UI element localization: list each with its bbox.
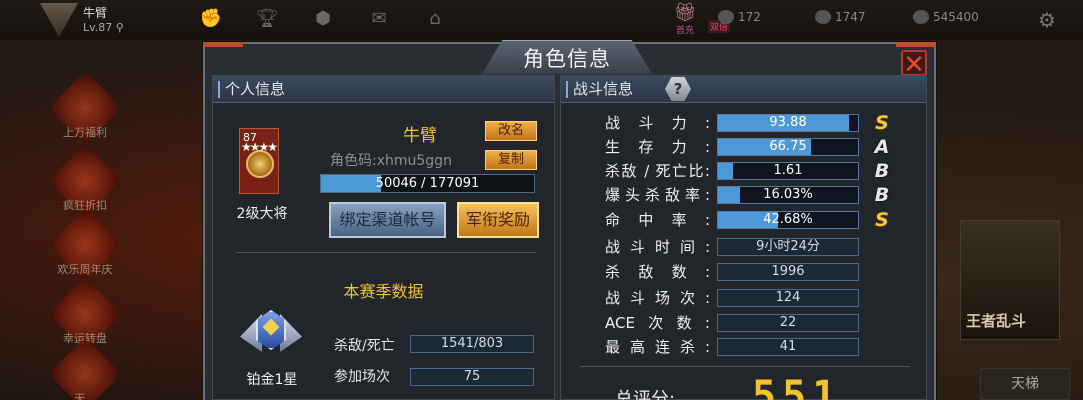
matches-label: 战斗场次:	[605, 289, 710, 307]
total-score-value: 551	[752, 373, 843, 400]
divider	[236, 252, 536, 253]
personal-info-header: 个人信息	[213, 76, 554, 103]
player-level: Lv.87 ⚲	[83, 21, 124, 34]
season-kd-label: 杀敌/死亡	[334, 338, 395, 354]
stat-bar: 16.03%	[717, 186, 859, 204]
tier-label: 铂金1星	[246, 372, 298, 388]
side-item-welfare[interactable]: 上万福利	[48, 71, 122, 145]
mail-icon[interactable]: ✉	[366, 8, 392, 30]
first-recharge-label: 首充	[675, 26, 694, 36]
side-item-anniversary[interactable]: 欢乐周年庆	[48, 208, 122, 282]
max-streak-label: 最高连杀:	[605, 338, 710, 356]
currency-coin[interactable]: 545400	[913, 10, 979, 24]
copy-button[interactable]: 复制	[485, 150, 537, 170]
grade-badge: A	[874, 136, 890, 158]
ace-value: 22	[717, 314, 859, 332]
top-bar: 牛臂 Lv.87 ⚲ ✊ 🏆︎ ⬢ ✉ ⌂ 🎁︎ 首充 双倍 172 1747 …	[0, 0, 1083, 40]
stat-label: 战斗力:	[605, 114, 710, 132]
side-item-label: 上万福利	[63, 126, 107, 139]
experience-text: 50046 / 177091	[375, 176, 480, 191]
search-icon[interactable]: ⚲	[116, 21, 124, 34]
kills-value: 1996	[717, 263, 859, 281]
ace-label: ACE次数:	[605, 314, 710, 332]
grade-badge: S	[875, 209, 889, 231]
grade-badge: B	[874, 184, 890, 206]
role-code: 角色码:xhmu5ggn	[330, 153, 452, 169]
team-icon[interactable]: ✊	[198, 8, 224, 30]
stat-label: 命中率:	[605, 211, 710, 229]
stat-bar: 42.68%	[717, 211, 859, 229]
tier-emblem-icon	[240, 306, 302, 364]
season-matches-label: 参加场次	[334, 369, 390, 385]
stat-value: 93.88	[769, 115, 807, 130]
side-item-label: 天...	[74, 392, 96, 400]
dialog-title: 角色信息	[523, 47, 611, 71]
rename-button[interactable]: 改名	[485, 121, 537, 141]
diamond-icon	[718, 10, 734, 24]
gem-icon	[815, 10, 831, 24]
ladder-button[interactable]: 天梯	[980, 368, 1070, 400]
rank-badge-icon	[246, 150, 274, 178]
avatar-level: 87	[243, 131, 257, 144]
close-button[interactable]: ✕	[901, 50, 927, 78]
stat-value: 42.68%	[763, 212, 813, 227]
right-tiles: 王者乱斗	[935, 100, 1083, 400]
first-recharge-button[interactable]: 🎁︎ 首充	[672, 2, 698, 36]
currency-gem[interactable]: 1747	[815, 10, 866, 24]
max-streak-value: 41	[717, 338, 859, 356]
rank-reward-button[interactable]: 军衔奖励	[457, 202, 539, 238]
stat-value: 66.75	[769, 139, 807, 154]
rank-label: 2级大将	[236, 206, 288, 222]
currency-diamond[interactable]: 172	[718, 10, 761, 24]
side-item-more[interactable]: 天...	[48, 337, 122, 400]
side-item-label: 欢乐周年庆	[57, 263, 113, 276]
corner-decoration	[203, 42, 243, 47]
player-name: 牛臂	[83, 6, 108, 20]
stat-bar: 66.75	[717, 138, 859, 156]
corner-decoration	[896, 42, 936, 47]
grade-badge: B	[874, 160, 890, 182]
total-score-label: 总评分:	[615, 389, 676, 400]
stat-bar: 1.61	[717, 162, 859, 180]
stat-value: 1.61	[773, 163, 803, 178]
combat-info-header: 战斗信息	[561, 76, 926, 103]
season-kd-value: 1541/803	[410, 335, 534, 353]
side-item-discount[interactable]: 疯狂折扣	[48, 144, 122, 218]
trophy-icon[interactable]: 🏆︎	[254, 8, 280, 30]
season-matches-value: 75	[410, 368, 534, 386]
bind-account-button[interactable]: 绑定渠道帐号	[329, 202, 446, 238]
experience-bar: 50046 / 177091	[320, 174, 535, 193]
player-emblem-icon[interactable]	[40, 3, 78, 37]
stat-value: 16.03%	[763, 187, 813, 202]
battle-time-value: 9小时24分	[717, 238, 859, 256]
character-name: 牛臂	[403, 126, 437, 146]
nav-icons: ✊ 🏆︎ ⬢ ✉ ⌂	[198, 8, 448, 30]
battle-time-label: 战斗时间:	[605, 238, 710, 256]
mode-tile[interactable]: 王者乱斗	[960, 220, 1060, 340]
stat-label: 爆头杀敌率:	[605, 186, 710, 204]
coin-icon	[913, 10, 929, 24]
grade-badge: S	[875, 112, 889, 134]
season-title: 本赛季数据	[343, 282, 424, 301]
stat-bar: 93.88	[717, 114, 859, 132]
kills-label: 杀敌数:	[605, 263, 710, 281]
mode-tile-label: 王者乱斗	[966, 312, 1027, 330]
badge-icon[interactable]: ⬢	[310, 8, 336, 30]
home-icon[interactable]: ⌂	[422, 8, 448, 30]
stat-label: 生存力:	[605, 138, 710, 156]
gear-icon[interactable]: ⚙	[1038, 8, 1056, 32]
stat-label: 杀敌 / 死亡比:	[605, 162, 710, 180]
divider	[580, 366, 910, 367]
side-item-wheel[interactable]: 幸运转盘	[48, 277, 122, 351]
matches-value: 124	[717, 289, 859, 307]
